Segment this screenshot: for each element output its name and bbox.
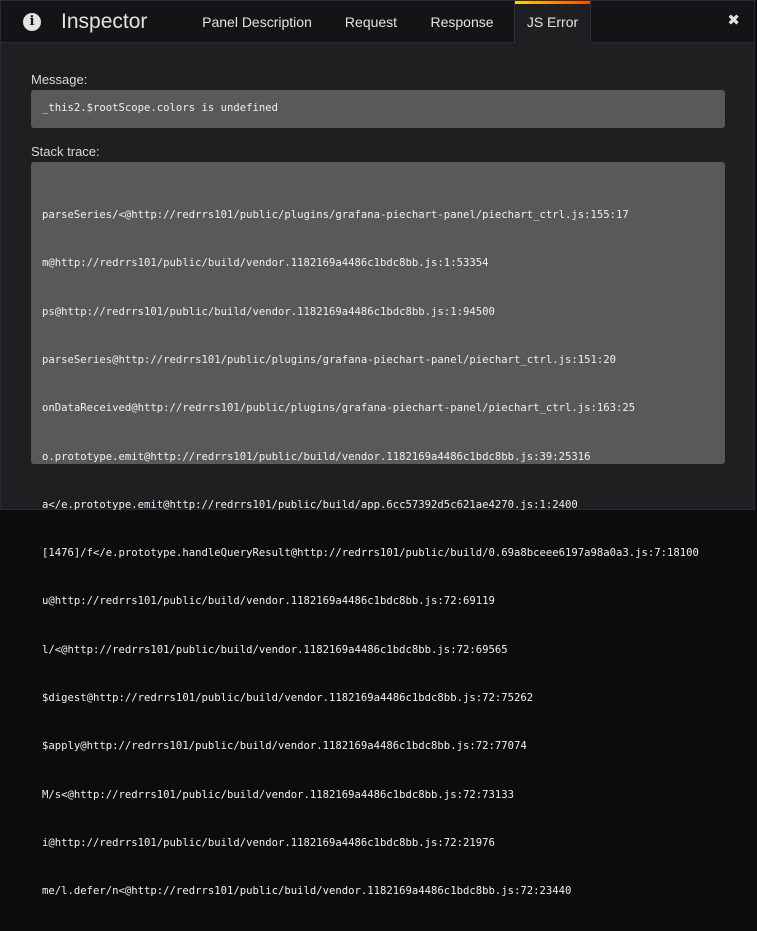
inspector-modal: i Inspector Panel Description Request Re… <box>0 0 755 897</box>
stack-trace-line: l/<@http://redrrs101/public/build/vendor… <box>42 643 508 656</box>
stack-trace-line: i@http://redrrs101/public/build/vendor.1… <box>42 836 495 849</box>
page-title: Inspector <box>61 10 148 33</box>
tab-request[interactable]: Request <box>331 1 411 42</box>
stack-trace-line: [1476]/f</e.prototype.handleQueryResult@… <box>42 547 699 560</box>
stack-trace-line: M/s<@http://redrrs101/public/build/vendo… <box>42 788 514 801</box>
stack-trace-line: onDataReceived@http://redrrs101/public/p… <box>42 402 636 415</box>
stack-trace-line: $digest@http://redrrs101/public/build/ve… <box>42 692 534 704</box>
stack-trace-line: parseSeries@http://redrrs101/public/plug… <box>42 354 617 367</box>
stack-trace-line: me/l.defer/n<@http://redrrs101/public/bu… <box>42 885 572 898</box>
stack-trace-box: parseSeries/<@http://redrrs101/public/pl… <box>31 162 725 897</box>
stack-trace-line: a</e.prototype.emit@http://redrrs101/pub… <box>42 498 578 511</box>
inspector-header: i Inspector Panel Description Request Re… <box>1 1 754 43</box>
stack-trace-label: Stack trace: <box>31 144 100 159</box>
stack-trace-line: u@http://redrrs101/public/build/vendor.1… <box>42 595 495 608</box>
stack-trace-line: m@http://redrrs101/public/build/vendor.1… <box>42 257 489 270</box>
tab-panel-description[interactable]: Panel Description <box>193 1 321 42</box>
tab-response[interactable]: Response <box>419 1 505 42</box>
info-icon: i <box>23 13 41 31</box>
stack-trace-line: parseSeries/<@http://redrrs101/public/pl… <box>42 209 629 222</box>
tab-js-error[interactable]: JS Error <box>514 1 591 43</box>
stack-trace-line: o.prototype.emit@http://redrrs101/public… <box>42 450 591 463</box>
message-text: _this2.$rootScope.colors is undefined <box>42 102 278 114</box>
message-label: Message: <box>31 72 88 87</box>
close-icon[interactable]: ✖ <box>727 11 740 29</box>
stack-trace-line: $apply@http://redrrs101/public/build/ven… <box>42 740 527 753</box>
stack-trace-line: ps@http://redrrs101/public/build/vendor.… <box>42 305 495 318</box>
message-box: _this2.$rootScope.colors is undefined <box>31 90 725 128</box>
